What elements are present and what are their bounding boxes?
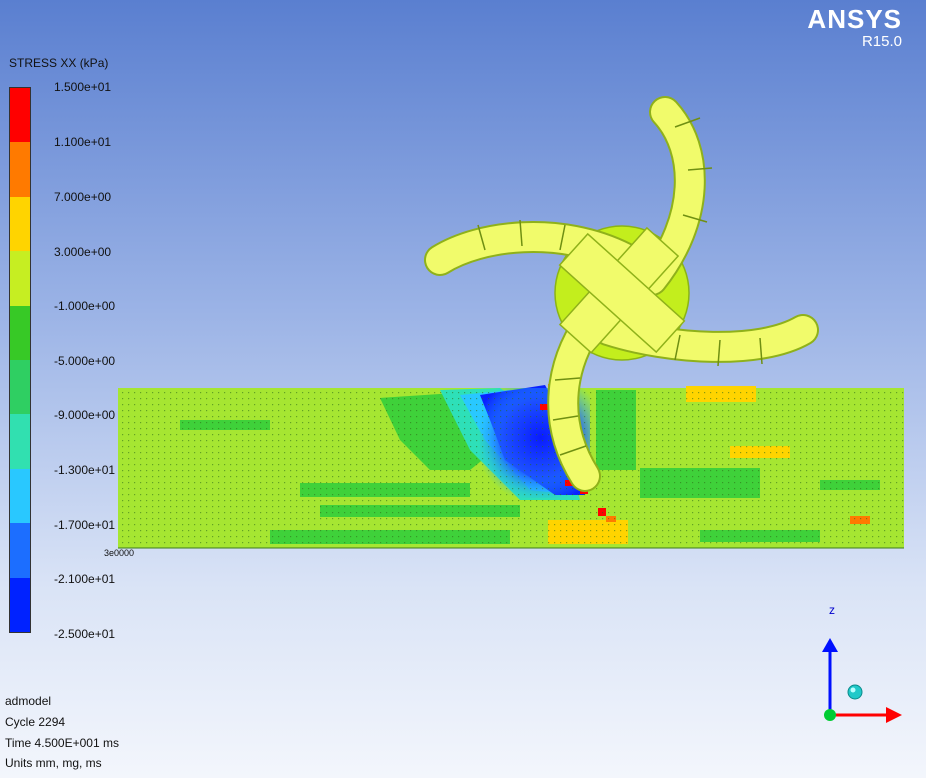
view-sphere-icon <box>847 684 863 700</box>
axis-triad <box>822 638 902 723</box>
time-label: Time 4.500E+001 ms <box>5 736 119 750</box>
x-axis-arrow <box>886 707 902 723</box>
simulation-viewport[interactable]: 3e0000 <box>0 0 926 778</box>
soil-mesh <box>118 384 904 549</box>
y-axis-dot <box>824 709 836 721</box>
mesh-origin-label: 3e0000 <box>104 548 134 558</box>
z-axis-arrow <box>822 638 838 652</box>
model-name: admodel <box>5 694 52 708</box>
units-label: Units mm, mg, ms <box>5 756 102 770</box>
cycle-label: Cycle 2294 <box>5 715 66 729</box>
